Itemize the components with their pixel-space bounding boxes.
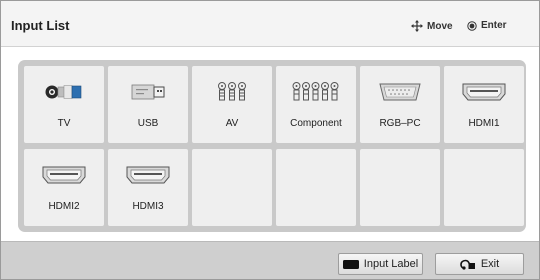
component-rca-icon [276, 80, 356, 104]
empty-tile [360, 149, 440, 226]
input-label-button-label: Input Label [363, 258, 419, 270]
tv-antenna-icon [24, 80, 104, 104]
exit-button[interactable]: Exit [435, 253, 524, 275]
enter-hint: Enter [467, 20, 507, 31]
back-arrow-icon [460, 259, 475, 270]
input-tile-label: RGB–PC [379, 118, 421, 129]
page-title: Input List [11, 18, 70, 33]
input-tile-label: HDMI2 [48, 201, 80, 212]
exit-button-label: Exit [480, 258, 500, 270]
input-tile-label: Component [290, 118, 342, 129]
ok-button-icon [467, 20, 477, 31]
av-rca-icon [192, 80, 272, 104]
input-tile-usb[interactable]: USB [108, 66, 188, 143]
empty-tile [192, 149, 272, 226]
enter-hint-label: Enter [481, 20, 507, 31]
hdmi-icon [108, 163, 188, 187]
input-tile-label: USB [137, 118, 159, 129]
input-label-button[interactable]: Input Label [338, 253, 423, 275]
input-tile-av[interactable]: AV [192, 66, 272, 143]
move-hint: Move [411, 20, 453, 32]
input-tile-hdmi1[interactable]: HDMI1 [444, 66, 524, 143]
input-tile-component[interactable]: Component [276, 66, 356, 143]
rgb-pc-icon [360, 80, 440, 104]
input-list-window: Input List Move Enter TV USB AV Componen… [0, 0, 540, 280]
input-tile-label: HDMI1 [468, 118, 500, 129]
header-bar: Input List Move Enter [1, 1, 539, 47]
input-tile-hdmi2[interactable]: HDMI2 [24, 149, 104, 226]
dpad-arrows-icon [411, 20, 423, 32]
hdmi-icon [24, 163, 104, 187]
input-tile-label: HDMI3 [132, 201, 164, 212]
input-grid: TV USB AV Component RGB–PC HDMI1 HDMI2 H… [18, 60, 526, 232]
input-tile-label: AV [225, 118, 239, 129]
footer-bar: Input Label Exit [1, 241, 539, 279]
black-key-icon [342, 259, 359, 269]
input-tile-rgb-pc[interactable]: RGB–PC [360, 66, 440, 143]
input-tile-tv[interactable]: TV [24, 66, 104, 143]
empty-tile [444, 149, 524, 226]
usb-icon [108, 80, 188, 104]
empty-tile [276, 149, 356, 226]
input-tile-hdmi3[interactable]: HDMI3 [108, 149, 188, 226]
input-tile-label: TV [57, 118, 71, 129]
move-hint-label: Move [427, 20, 453, 32]
hdmi-icon [444, 80, 524, 104]
